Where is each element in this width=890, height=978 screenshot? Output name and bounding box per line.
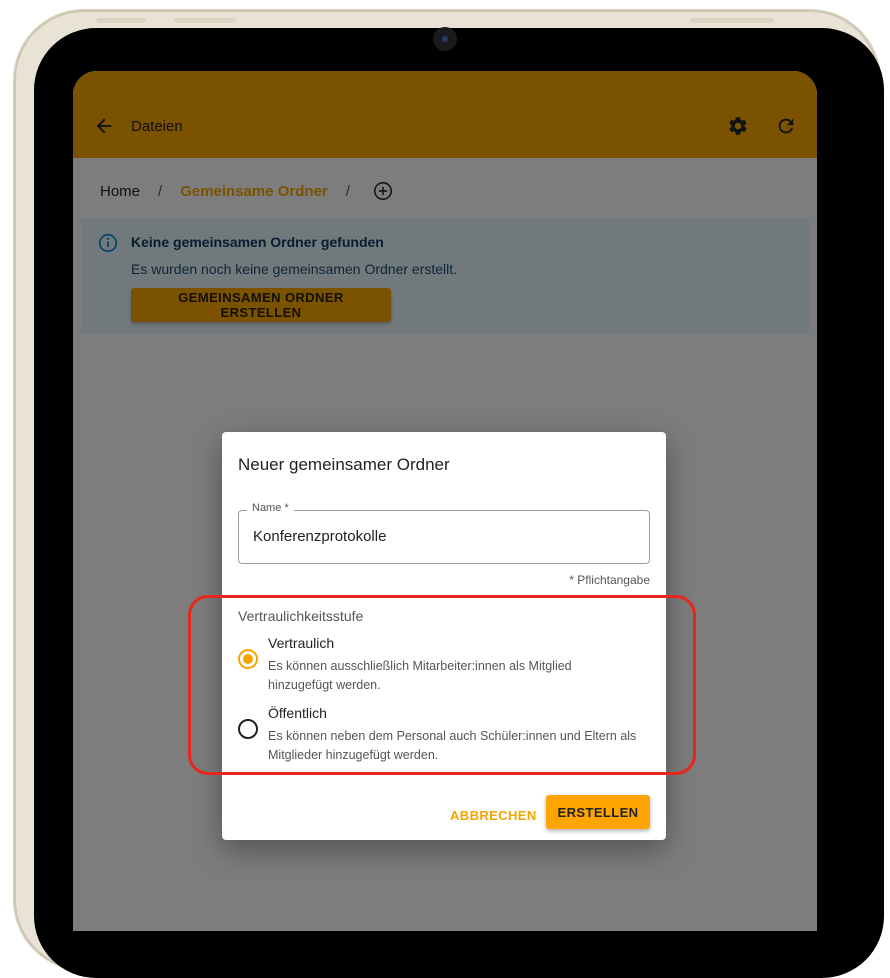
annotation-highlight (188, 595, 696, 775)
create-button[interactable]: ERSTELLEN (546, 795, 650, 829)
hardware-button (96, 18, 146, 23)
required-note: * Pflichtangabe (569, 573, 650, 587)
cancel-button[interactable]: ABBRECHEN (444, 798, 536, 832)
name-field[interactable]: Name * Konferenzprotokolle (238, 502, 650, 564)
hardware-button (174, 18, 236, 23)
name-field-value[interactable]: Konferenzprotokolle (253, 528, 386, 545)
hardware-button (690, 18, 774, 23)
name-field-label: Name * (247, 502, 294, 514)
dialog-title: Neuer gemeinsamer Ordner (238, 455, 450, 474)
camera-icon (433, 27, 457, 51)
